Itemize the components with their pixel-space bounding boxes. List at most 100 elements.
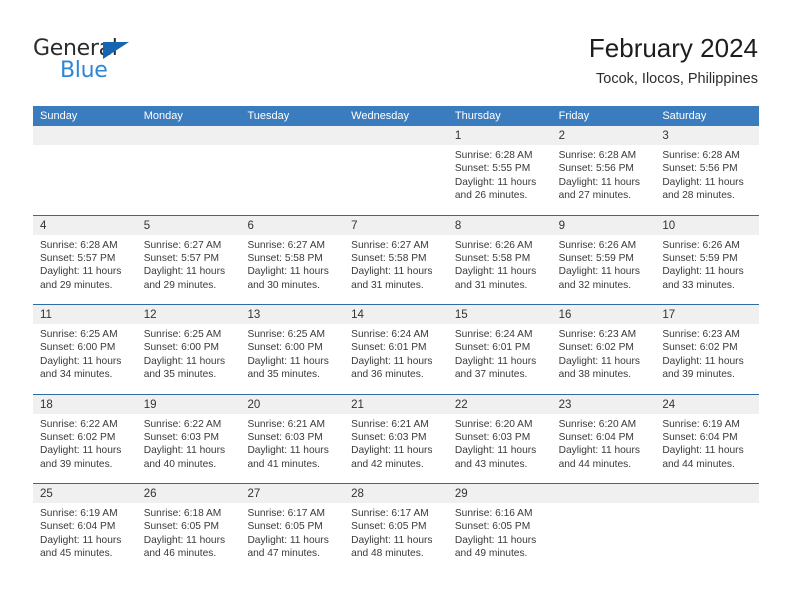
day-cell-13[interactable]: 13 Sunrise: 6:25 AM Sunset: 6:00 PM Dayligh… [240, 305, 345, 394]
day-cell-22[interactable]: 22 Sunrise: 6:20 AM Sunset: 6:03 PM Dayligh… [447, 394, 552, 483]
daylight-text-line1: Daylight: 11 hours [558, 445, 640, 457]
daylight-text-line1: Daylight: 11 hours [143, 534, 226, 546]
day-number-band: 12 [136, 305, 241, 324]
day-cell-7[interactable]: 7 Sunrise: 6:27 AM Sunset: 5:58 PM Daylight… [344, 215, 448, 304]
weekday-header-row: Sunday Monday Tuesday Wednesday Thursday Frid… [33, 106, 759, 126]
daylight-text-line2: and 46 minutes. [143, 548, 217, 560]
day-number-band [240, 126, 345, 145]
day-cell-10[interactable]: 10 Sunrise: 6:26 AM Sunset: 5:59 PM Dayligh… [655, 215, 760, 304]
day-cell-16[interactable]: 16 Sunrise: 6:23 AM Sunset: 6:02 PM Dayligh… [551, 305, 656, 394]
sunrise-text: Sunrise: 6:26 AM [558, 239, 637, 251]
day-number-band: 1 [447, 126, 552, 145]
daylight-text-line1: Daylight: 11 hours [143, 355, 226, 367]
day-cell-12[interactable]: 12 Sunrise: 6:25 AM Sunset: 6:00 PM Dayligh… [136, 305, 241, 394]
daylight-text-line2: and 39 minutes. [662, 369, 735, 381]
calendar-week-row: 1 Sunrise: 6:28 AM Sunset: 5:55 PM Daylight… [33, 126, 760, 216]
sunset-text: Sunset: 6:03 PM [247, 431, 323, 443]
day-cell-4[interactable]: 4 Sunrise: 6:28 AM Sunset: 5:57 PM Daylight… [33, 215, 137, 304]
day-cell-17[interactable]: 17 Sunrise: 6:23 AM Sunset: 6:02 PM Dayligh… [655, 305, 760, 394]
day-cell-28[interactable]: 28 Sunrise: 6:17 AM Sunset: 6:05 PM Dayligh… [344, 484, 448, 574]
sunset-text: Sunset: 6:05 PM [143, 521, 220, 533]
sunrise-text: Sunrise: 6:20 AM [558, 418, 637, 430]
sunrise-text: Sunrise: 6:21 AM [351, 418, 429, 430]
day-number-band: 18 [33, 394, 137, 414]
sunrise-text: Sunrise: 6:27 AM [143, 239, 222, 251]
daylight-text-line1: Daylight: 11 hours [558, 266, 640, 278]
day-number: 5 [143, 219, 151, 232]
daylight-text-line2: and 31 minutes. [351, 279, 424, 291]
day-number: 1 [454, 130, 462, 142]
day-cell-11[interactable]: 11 Sunrise: 6:25 AM Sunset: 6:00 PM Dayligh… [33, 305, 137, 394]
day-info: Sunrise: 6:28 AM Sunset: 5:57 PM Daylight:… [33, 235, 137, 293]
day-number: 28 [351, 488, 364, 500]
day-number-band: 9 [551, 215, 656, 235]
general-blue-logo[interactable]: General Blue [33, 38, 153, 84]
weekday-header-monday: Monday [143, 110, 183, 122]
day-number-band: 25 [33, 484, 137, 503]
day-cell-15[interactable]: 15 Sunrise: 6:24 AM Sunset: 6:01 PM Dayligh… [447, 305, 552, 394]
day-cell-20[interactable]: 20 Sunrise: 6:21 AM Sunset: 6:03 PM Dayligh… [240, 394, 345, 483]
day-number-band: 10 [655, 215, 760, 235]
day-cell-29[interactable]: 29 Sunrise: 6:16 AM Sunset: 6:05 PM Dayligh… [447, 484, 552, 574]
daylight-text-line2: and 42 minutes. [351, 458, 424, 470]
day-info: Sunrise: 6:26 AM Sunset: 5:59 PM Daylight:… [655, 235, 759, 293]
day-cell-2[interactable]: 2 Sunrise: 6:28 AM Sunset: 5:56 PM Daylight… [551, 126, 656, 215]
day-cell-8[interactable]: 8 Sunrise: 6:26 AM Sunset: 5:58 PM Daylight… [447, 215, 552, 304]
sunrise-text: Sunrise: 6:16 AM [454, 508, 533, 519]
sunset-text: Sunset: 6:02 PM [558, 342, 634, 354]
sunrise-text: Sunrise: 6:23 AM [662, 329, 740, 340]
day-cell-18[interactable]: 18 Sunrise: 6:22 AM Sunset: 6:02 PM Dayligh… [33, 394, 137, 483]
daylight-text-line2: and 47 minutes. [247, 548, 320, 560]
day-cell-24[interactable]: 24 Sunrise: 6:19 AM Sunset: 6:04 PM Dayligh… [655, 394, 760, 483]
day-cell-19[interactable]: 19 Sunrise: 6:22 AM Sunset: 6:03 PM Dayligh… [136, 394, 241, 483]
day-number: 2 [558, 130, 565, 142]
sunrise-text: Sunrise: 6:28 AM [454, 150, 533, 161]
daylight-text-line2: and 36 minutes. [351, 369, 424, 381]
day-info: Sunrise: 6:28 AM Sunset: 5:55 PM Daylight:… [448, 145, 552, 203]
day-number-band: 20 [240, 394, 345, 414]
day-info: Sunrise: 6:27 AM Sunset: 5:58 PM Daylight:… [344, 235, 448, 293]
day-cell-25[interactable]: 25 Sunrise: 6:19 AM Sunset: 6:04 PM Dayligh… [33, 484, 137, 574]
title-block: February 2024 Tocok, Ilocos, Philippines [589, 32, 758, 88]
sunset-text: Sunset: 5:56 PM [558, 163, 634, 175]
day-cell-6[interactable]: 6 Sunrise: 6:27 AM Sunset: 5:58 PM Daylight… [240, 215, 345, 304]
day-cell-14[interactable]: 14 Sunrise: 6:24 AM Sunset: 6:01 PM Dayligh… [344, 305, 448, 394]
day-number-band: 3 [655, 126, 760, 145]
weekday-header-thursday: Thursday [454, 110, 501, 122]
day-number-band: 13 [240, 305, 345, 324]
day-info: Sunrise: 6:25 AM Sunset: 6:00 PM Daylight:… [240, 324, 344, 382]
sunset-text: Sunset: 6:00 PM [143, 342, 220, 354]
sunset-text: Sunset: 5:58 PM [247, 252, 323, 264]
day-cell-21[interactable]: 21 Sunrise: 6:21 AM Sunset: 6:03 PM Dayligh… [344, 394, 448, 483]
day-cell-27[interactable]: 27 Sunrise: 6:17 AM Sunset: 6:05 PM Dayligh… [240, 484, 345, 574]
day-number: 6 [247, 219, 254, 232]
daylight-text-line2: and 38 minutes. [558, 369, 632, 381]
day-info: Sunrise: 6:24 AM Sunset: 6:01 PM Daylight:… [344, 324, 448, 382]
sunrise-text: Sunrise: 6:28 AM [40, 239, 118, 251]
day-number: 27 [247, 488, 261, 500]
day-number-band: 11 [33, 305, 137, 324]
day-number-band: 7 [344, 215, 448, 235]
day-cell-1[interactable]: 1 Sunrise: 6:28 AM Sunset: 5:55 PM Daylight… [447, 126, 552, 215]
daylight-text-line1: Daylight: 11 hours [40, 534, 122, 546]
sunrise-text: Sunrise: 6:26 AM [662, 239, 740, 251]
daylight-text-line1: Daylight: 11 hours [351, 534, 433, 546]
day-cell-26[interactable]: 26 Sunrise: 6:18 AM Sunset: 6:05 PM Dayligh… [136, 484, 241, 574]
sunset-text: Sunset: 5:59 PM [558, 252, 634, 264]
daylight-text-line1: Daylight: 11 hours [454, 445, 537, 457]
day-cell-3[interactable]: 3 Sunrise: 6:28 AM Sunset: 5:56 PM Daylight… [655, 126, 760, 215]
day-cell-9[interactable]: 9 Sunrise: 6:26 AM Sunset: 5:59 PM Daylight… [551, 215, 656, 304]
day-info: Sunrise: 6:23 AM Sunset: 6:02 PM Daylight:… [655, 324, 759, 382]
daylight-text-line2: and 33 minutes. [662, 279, 735, 291]
sunrise-text: Sunrise: 6:17 AM [351, 508, 429, 519]
daylight-text-line1: Daylight: 11 hours [40, 355, 122, 367]
day-cell-5[interactable]: 5 Sunrise: 6:27 AM Sunset: 5:57 PM Daylight… [136, 215, 241, 304]
page-header: General Blue February 2024 Tocok, Ilocos… [0, 0, 792, 100]
daylight-text-line2: and 48 minutes. [351, 548, 424, 560]
day-info: Sunrise: 6:28 AM Sunset: 5:56 PM Daylight:… [552, 145, 656, 203]
day-info: Sunrise: 6:19 AM Sunset: 6:04 PM Daylight:… [655, 414, 759, 472]
day-number: 23 [558, 398, 572, 411]
sunrise-text: Sunrise: 6:26 AM [454, 239, 533, 251]
sunset-text: Sunset: 6:03 PM [454, 431, 531, 443]
day-cell-23[interactable]: 23 Sunrise: 6:20 AM Sunset: 6:04 PM Dayligh… [551, 394, 656, 483]
